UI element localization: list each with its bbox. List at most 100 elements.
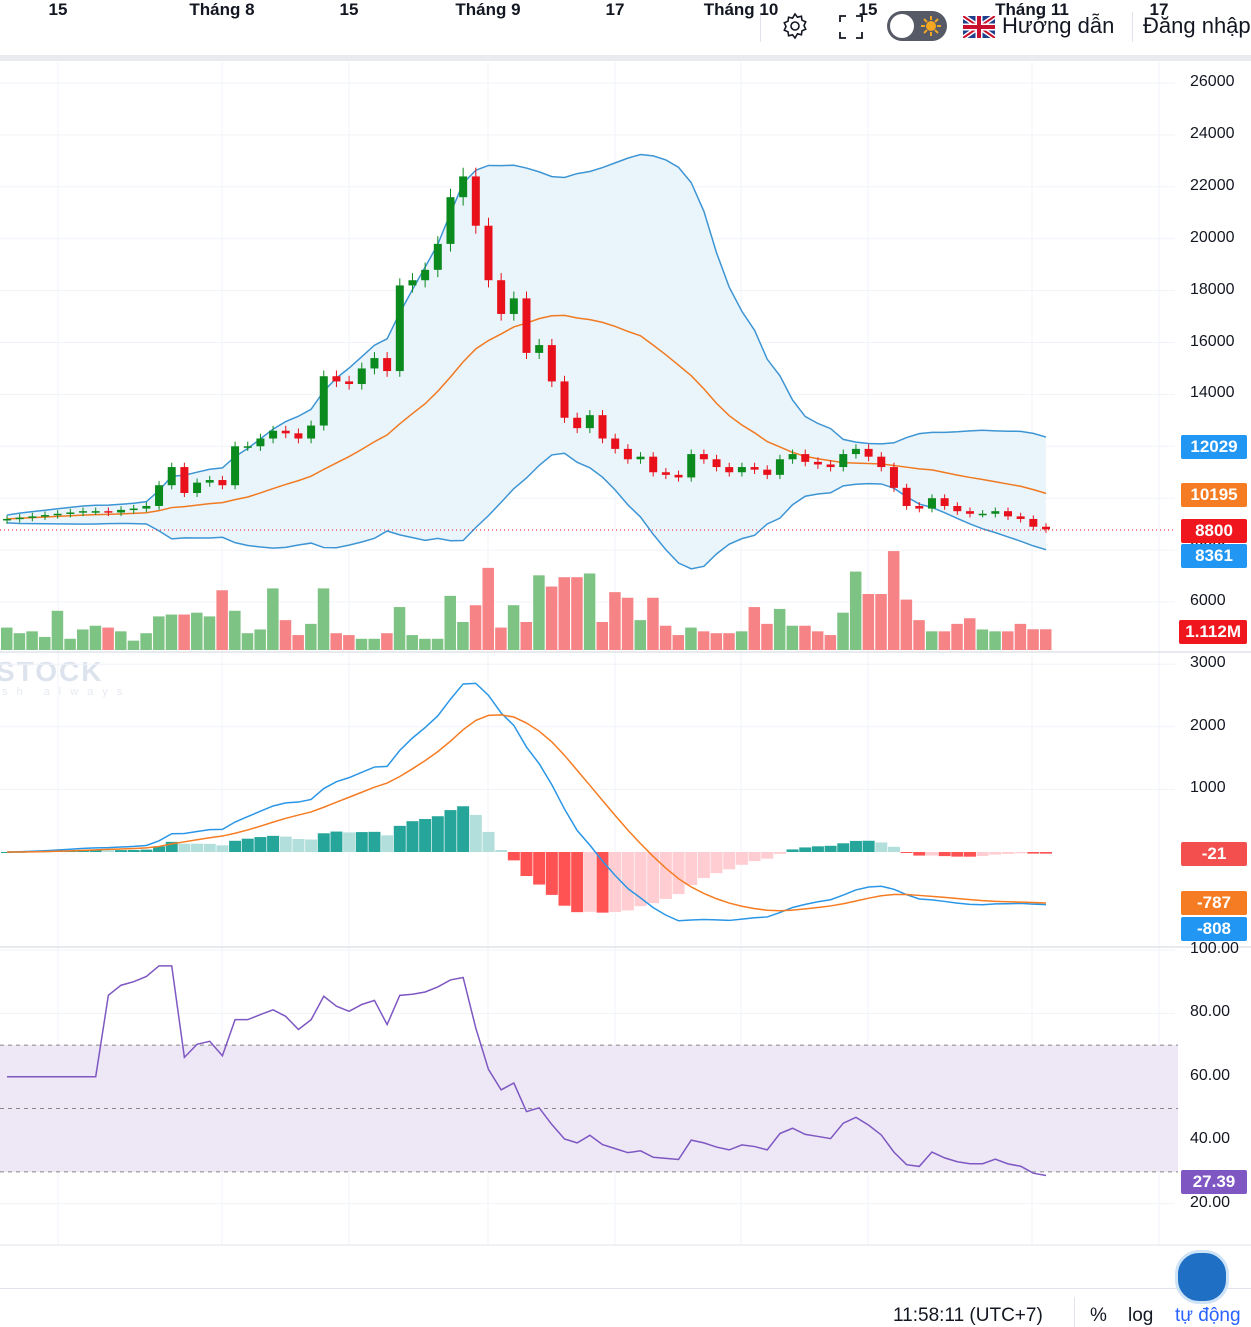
price-tick-label: 14000 <box>1190 384 1235 402</box>
macd-histogram-bar <box>1014 852 1027 854</box>
macd-histogram-bar <box>393 825 406 852</box>
volume-bar <box>520 622 532 650</box>
macd-histogram-bar <box>254 837 267 852</box>
macd-histogram-bar <box>748 852 761 862</box>
candle-body <box>332 376 341 382</box>
macd-histogram-bar <box>203 843 216 852</box>
candle-body <box>256 438 265 447</box>
candle-body <box>598 415 607 439</box>
stock-chart[interactable] <box>0 0 1251 1290</box>
candle-body <box>725 467 734 473</box>
candle-body <box>877 456 886 468</box>
macd-histogram-bar <box>330 831 343 852</box>
macd-histogram-bar <box>710 852 723 874</box>
volume-bar <box>773 608 786 650</box>
candle-body <box>395 285 404 372</box>
candle-body <box>522 298 531 353</box>
macd-histogram-bar <box>1027 852 1040 854</box>
volume-bar <box>900 599 913 650</box>
macd-histogram-tag: -21 <box>1181 842 1247 866</box>
log-scale-button[interactable]: log <box>1128 1305 1153 1327</box>
candle-body <box>484 225 493 281</box>
volume-bar <box>13 633 26 650</box>
macd-tick-label: 1000 <box>1190 779 1226 797</box>
macd-histogram-bar <box>305 839 318 852</box>
candle-body <box>535 345 544 353</box>
percent-scale-button[interactable]: % <box>1090 1305 1107 1327</box>
volume-bar <box>786 625 799 650</box>
candle-body <box>737 467 746 473</box>
macd-histogram-bar <box>469 814 482 852</box>
candle-body <box>585 415 594 429</box>
macd-histogram-bar <box>520 852 533 877</box>
volume-bar <box>115 631 127 650</box>
candle-body <box>1029 518 1038 527</box>
macd-histogram-bar <box>533 852 546 885</box>
volume-bar <box>317 588 330 650</box>
volume-bar <box>267 588 279 650</box>
macd-histogram-bar <box>913 852 926 856</box>
candle-body <box>902 487 911 506</box>
macd-histogram-bar <box>761 852 774 859</box>
rsi-tick-label: 60.00 <box>1190 1066 1231 1084</box>
macd-histogram-bar <box>406 821 419 852</box>
macd-histogram-bar <box>267 835 280 852</box>
macd-histogram-bar <box>963 852 976 857</box>
candle-body <box>699 454 708 460</box>
time-axis-label: 15 <box>858 0 878 19</box>
candle-body <box>433 243 442 270</box>
macd-signal-line <box>6 714 1047 912</box>
candle-body <box>940 498 949 506</box>
macd-histogram-bar <box>381 835 394 852</box>
macd-histogram-bar <box>938 852 951 857</box>
time-axis-label: 17 <box>605 0 625 19</box>
volume-bar <box>64 638 76 650</box>
volume-bar <box>77 629 89 650</box>
bb-upper-tag: 12029 <box>1181 435 1247 459</box>
volume-bar <box>609 592 621 650</box>
macd-histogram-bar <box>457 806 470 852</box>
volume-bar <box>723 633 735 650</box>
macd-histogram-bar <box>191 843 204 852</box>
volume-bar <box>406 635 418 650</box>
volume-bar <box>811 631 824 650</box>
time-axis-label: Tháng 10 <box>703 0 779 19</box>
volume-bar <box>1014 623 1027 650</box>
price-tick-label: 20000 <box>1190 228 1235 246</box>
candle-body <box>91 511 100 513</box>
volume-bar <box>533 575 545 650</box>
macd-histogram-bar <box>1040 852 1052 854</box>
candle-body <box>370 358 379 369</box>
price-tick-label: 24000 <box>1190 124 1235 142</box>
macd-signal-tag: -787 <box>1181 891 1247 915</box>
volume-bar <box>571 577 583 650</box>
candle-body <box>1042 526 1050 530</box>
candle-body <box>687 454 696 478</box>
volume-bar <box>748 607 761 650</box>
candle-body <box>357 368 366 385</box>
macd-histogram-bar <box>875 842 888 852</box>
candle-body <box>307 425 316 439</box>
volume-bar <box>951 623 963 650</box>
candle-body <box>864 448 873 457</box>
macd-histogram-bar <box>849 840 862 852</box>
macd-histogram-bar <box>925 852 938 856</box>
candle-body <box>915 505 924 509</box>
volume-bar <box>849 571 862 650</box>
candle-body <box>193 482 202 494</box>
macd-histogram-bar <box>545 852 558 895</box>
time-axis-label: Tháng 8 <box>189 0 255 19</box>
mascot-icon[interactable] <box>1175 1250 1229 1304</box>
candle-body <box>218 480 227 486</box>
volume-bar <box>203 616 216 650</box>
candle-body <box>79 511 88 513</box>
auto-scale-button[interactable]: tự động <box>1175 1305 1241 1327</box>
macd-histogram-bar <box>140 849 153 852</box>
macd-histogram-bar <box>862 840 875 852</box>
volume-bar <box>596 622 609 650</box>
volume-bar <box>710 633 723 650</box>
macd-histogram-bar <box>672 852 685 895</box>
bottom-bar: 11:58:11 (UTC+7) % log tự động <box>0 1288 1251 1327</box>
volume-bar <box>799 625 811 650</box>
volume-bar <box>254 629 266 650</box>
